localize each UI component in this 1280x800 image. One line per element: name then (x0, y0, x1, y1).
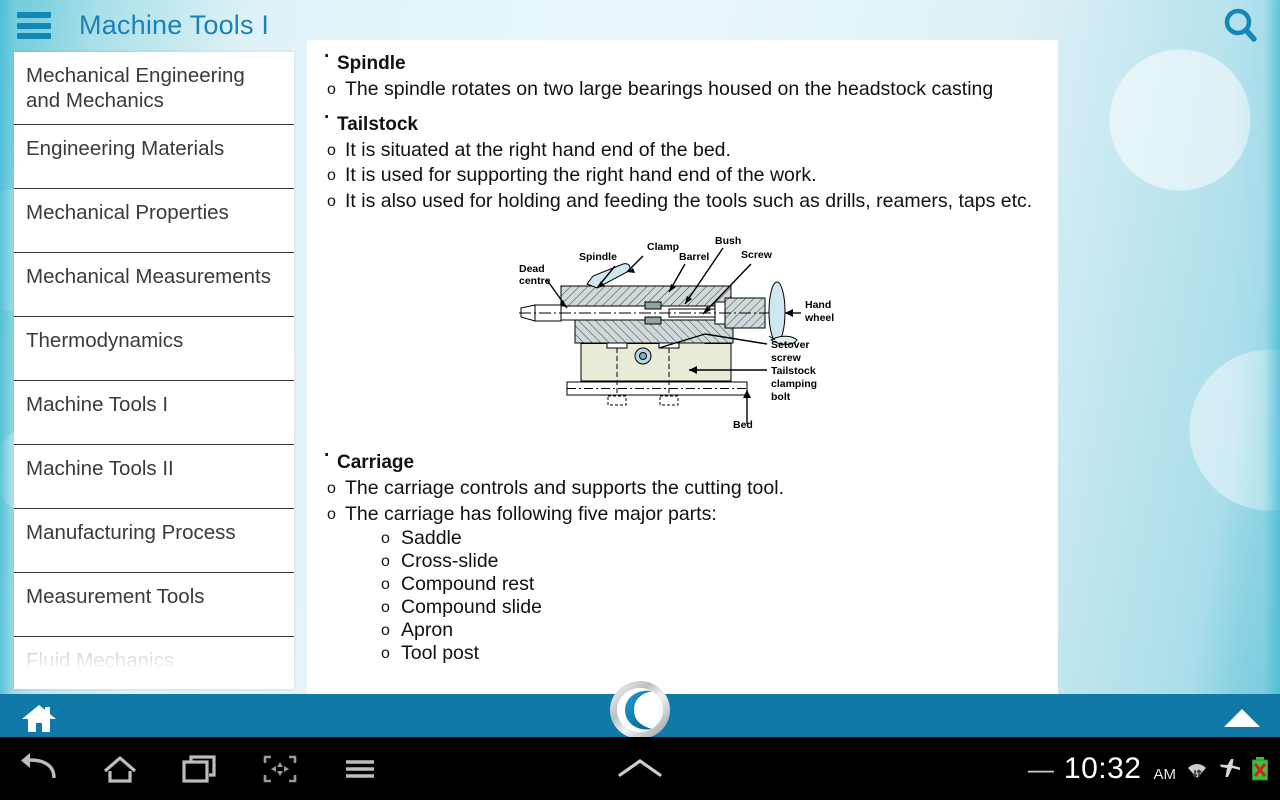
diagram-label-dead-centre-1: Dead (519, 263, 545, 275)
sidebar-item-measurement-tools[interactable]: Measurement Tools (14, 573, 294, 637)
sub-bullet-item: Compound slide (315, 596, 1052, 619)
diagram-label-hand-2: wheel (804, 312, 834, 324)
sidebar-item-label: Engineering Materials (26, 137, 225, 160)
status-area: — 10:32 AM (1028, 737, 1270, 800)
diagram-label-dead-centre-2: centre (519, 275, 551, 287)
content-panel[interactable]: Spindle The spindle rotates on two large… (307, 40, 1058, 694)
diagram-label-tailstock-1: Tailstock (771, 365, 816, 377)
bullet-item: The carriage has following five major pa… (315, 502, 1052, 528)
hamburger-bar (17, 22, 51, 29)
home-icon[interactable] (20, 703, 58, 738)
bullet-item: The carriage controls and supports the c… (315, 476, 1052, 502)
clock-meridiem: AM (1153, 766, 1177, 783)
app-logo-icon[interactable] (608, 679, 672, 741)
sub-bullet-item: Apron (315, 619, 1052, 642)
sidebar-item-label: Machine Tools II (26, 457, 174, 480)
section-heading-carriage: Carriage (315, 442, 1052, 476)
app-header: Machine Tools I (0, 0, 1280, 50)
sidebar-item-label: Measurement Tools (26, 585, 205, 608)
bullet-item: It is also used for holding and feeding … (315, 189, 1052, 215)
sidebar-item-label: Mechanical Measurements (26, 265, 271, 288)
sidebar-item-label: Thermodynamics (26, 329, 184, 352)
battery-error-icon (1250, 756, 1270, 782)
page-title: Machine Tools I (79, 10, 270, 40)
sidebar-item-mechanical-engineering-and-mechanics[interactable]: Mechanical Engineering and Mechanics (14, 52, 294, 125)
system-navigation-bar: — 10:32 AM (0, 737, 1280, 800)
diagram-label-bed: Bed (733, 419, 753, 431)
home-icon[interactable] (96, 745, 144, 793)
diagram-label-setover-1: Setover (771, 339, 810, 351)
sidebar-item-label: Mechanical Engineering and Mechanics (26, 64, 245, 112)
bullet-item: It is used for supporting the right hand… (315, 163, 1052, 189)
sidebar-item-label: Machine Tools I (26, 393, 169, 416)
sidebar-item-thermodynamics[interactable]: Thermodynamics (14, 317, 294, 381)
diagram-label-spindle: Spindle (579, 251, 617, 263)
screenshot-icon[interactable] (256, 745, 304, 793)
sidebar-item-label: Mechanical Properties (26, 201, 229, 224)
search-icon[interactable] (1220, 6, 1262, 48)
diagram-label-screw: Screw (741, 249, 773, 261)
menu-icon[interactable] (336, 745, 384, 793)
sidebar-item-fluid-mechanics[interactable]: Fluid Mechanics (14, 637, 294, 689)
sidebar-item-manufacturing-process[interactable]: Manufacturing Process (14, 509, 294, 573)
app-background: Machine Tools I Mechanical Engineering a… (0, 0, 1280, 737)
airplane-mode-icon (1218, 757, 1242, 781)
recents-icon[interactable] (176, 745, 224, 793)
sidebar-item-mechanical-properties[interactable]: Mechanical Properties (14, 189, 294, 253)
clock-time[interactable]: 10:32 (1064, 753, 1142, 784)
sidebar-item-mechanical-measurements[interactable]: Mechanical Measurements (14, 253, 294, 317)
diagram-label-tailstock-2: clamping (771, 378, 817, 390)
hamburger-menu-icon[interactable] (17, 12, 51, 39)
sub-bullet-item: Compound rest (315, 573, 1052, 596)
sidebar-topic-list[interactable]: Mechanical Engineering and Mechanics Eng… (14, 52, 294, 689)
notification-dash: — (1027, 753, 1054, 784)
sidebar-item-label: Manufacturing Process (26, 521, 236, 544)
sidebar-item-machine-tools-i[interactable]: Machine Tools I (14, 381, 294, 445)
chevron-up-icon[interactable] (617, 756, 663, 785)
sidebar-item-label: Fluid Mechanics (26, 649, 175, 672)
sub-bullet-item: Tool post (315, 642, 1052, 665)
sub-bullet-item: Cross-slide (315, 550, 1052, 573)
diagram-label-setover-2: screw (771, 352, 802, 364)
wifi-icon (1184, 756, 1210, 782)
hamburger-bar (17, 33, 51, 39)
diagram-label-clamp: Clamp (647, 241, 679, 253)
sub-bullet-item: Saddle (315, 527, 1052, 550)
back-icon[interactable] (16, 745, 64, 793)
bullet-item: The spindle rotates on two large bearing… (315, 77, 1052, 103)
section-heading-spindle: Spindle (315, 43, 1052, 77)
diagram-label-bush: Bush (715, 236, 741, 247)
sidebar-item-machine-tools-ii[interactable]: Machine Tools II (14, 445, 294, 509)
tailstock-diagram: Dead centre Spindle Clamp Barrel Bush Sc… (315, 236, 1052, 431)
section-heading-tailstock: Tailstock (315, 104, 1052, 138)
hamburger-bar (17, 12, 51, 18)
diagram-label-barrel: Barrel (679, 251, 709, 263)
diagram-label-hand-1: Hand (805, 299, 831, 311)
diagram-label-tailstock-3: bolt (771, 391, 791, 403)
bullet-item: It is situated at the right hand end of … (315, 138, 1052, 164)
sidebar-item-engineering-materials[interactable]: Engineering Materials (14, 125, 294, 189)
up-arrow-icon[interactable] (1222, 707, 1262, 734)
